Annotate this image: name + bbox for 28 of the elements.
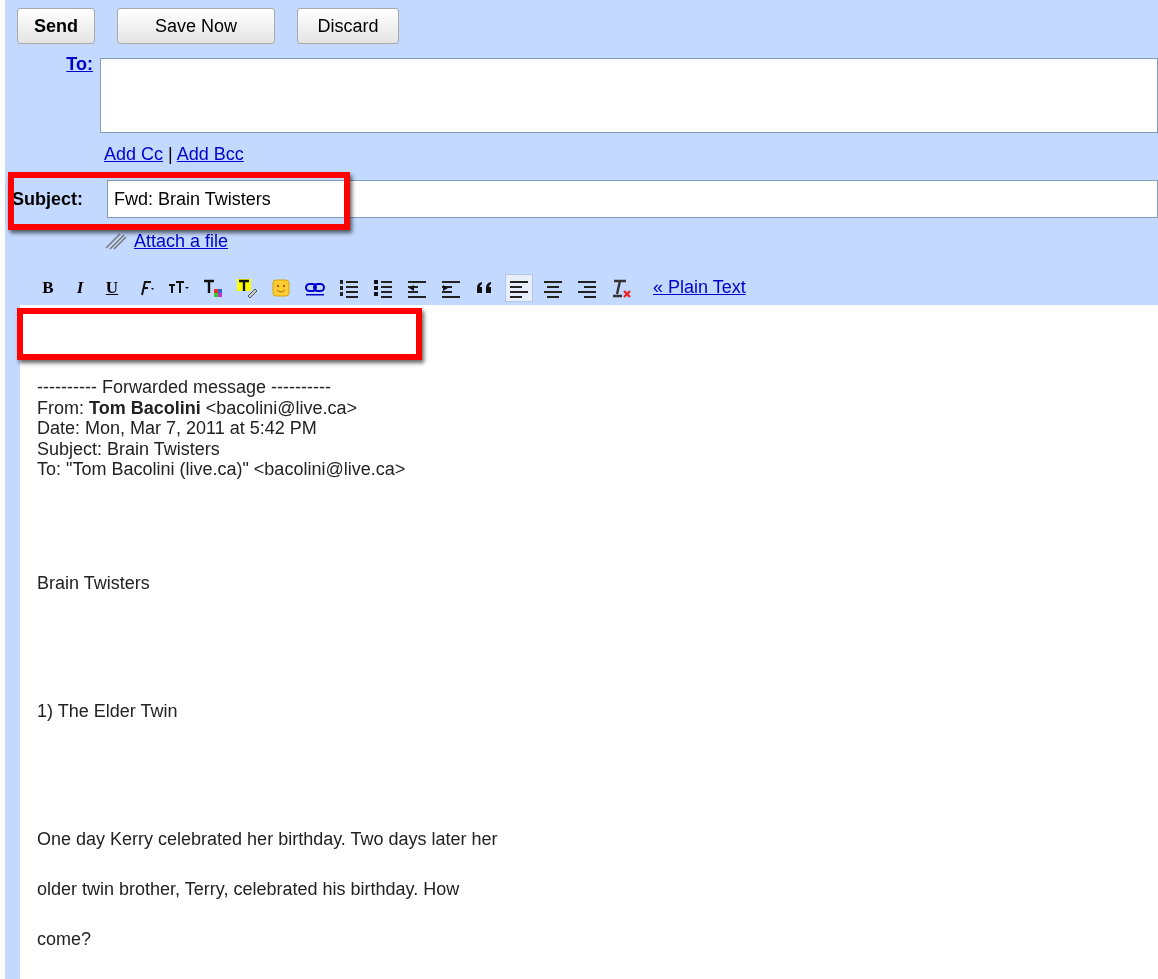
italic-button[interactable]: I xyxy=(67,274,93,301)
body-text: 1) The Elder Twin xyxy=(37,700,178,721)
plain-text-link[interactable]: « Plain Text xyxy=(653,277,746,298)
paperclip-icon xyxy=(104,232,130,250)
separator: | xyxy=(168,144,173,164)
body-text: Brain Twisters xyxy=(37,572,150,593)
header-line: From: Tom Bacolini <bacolini@live.ca> xyxy=(37,397,359,418)
header-line: To: "Tom Bacolini (live.ca)" <bacolini@live.ca> xyxy=(37,459,407,480)
add-recipient-link[interactable]: Add Bcc xyxy=(176,144,244,164)
body-text: older twin brother, Terry, celebrated his birthday. How xyxy=(37,878,460,899)
header-line: Subject: Brain Twisters xyxy=(37,438,221,459)
header-line: ---------- Forwarded message ---------- xyxy=(37,377,332,398)
send-button[interactable]: Send xyxy=(17,8,95,44)
highlight-icon xyxy=(236,276,258,299)
toolbar-button[interactable]: Discard xyxy=(297,8,399,44)
to-link[interactable]: To: xyxy=(5,44,100,75)
add-recipient-link[interactable]: Add Cc xyxy=(104,144,164,164)
body-text: come? xyxy=(37,928,92,949)
to-field[interactable] xyxy=(100,58,1158,133)
underline-button[interactable]: U xyxy=(99,274,125,301)
body-text: One day Kerry celebrated her birthday. Two days later her xyxy=(37,828,498,849)
header-line: Date: Mon, Mar 7, 2011 at 5:42 PM xyxy=(37,418,318,439)
toolbar-button[interactable]: Save Now xyxy=(117,8,275,44)
subject-field[interactable]: Fwd: Brain Twisters xyxy=(107,180,1158,218)
smiley-icon xyxy=(270,276,292,299)
attach-link[interactable]: Attach a file xyxy=(134,230,229,252)
subject-label: Subject: xyxy=(11,188,84,210)
bold-button[interactable]: B xyxy=(35,274,61,301)
